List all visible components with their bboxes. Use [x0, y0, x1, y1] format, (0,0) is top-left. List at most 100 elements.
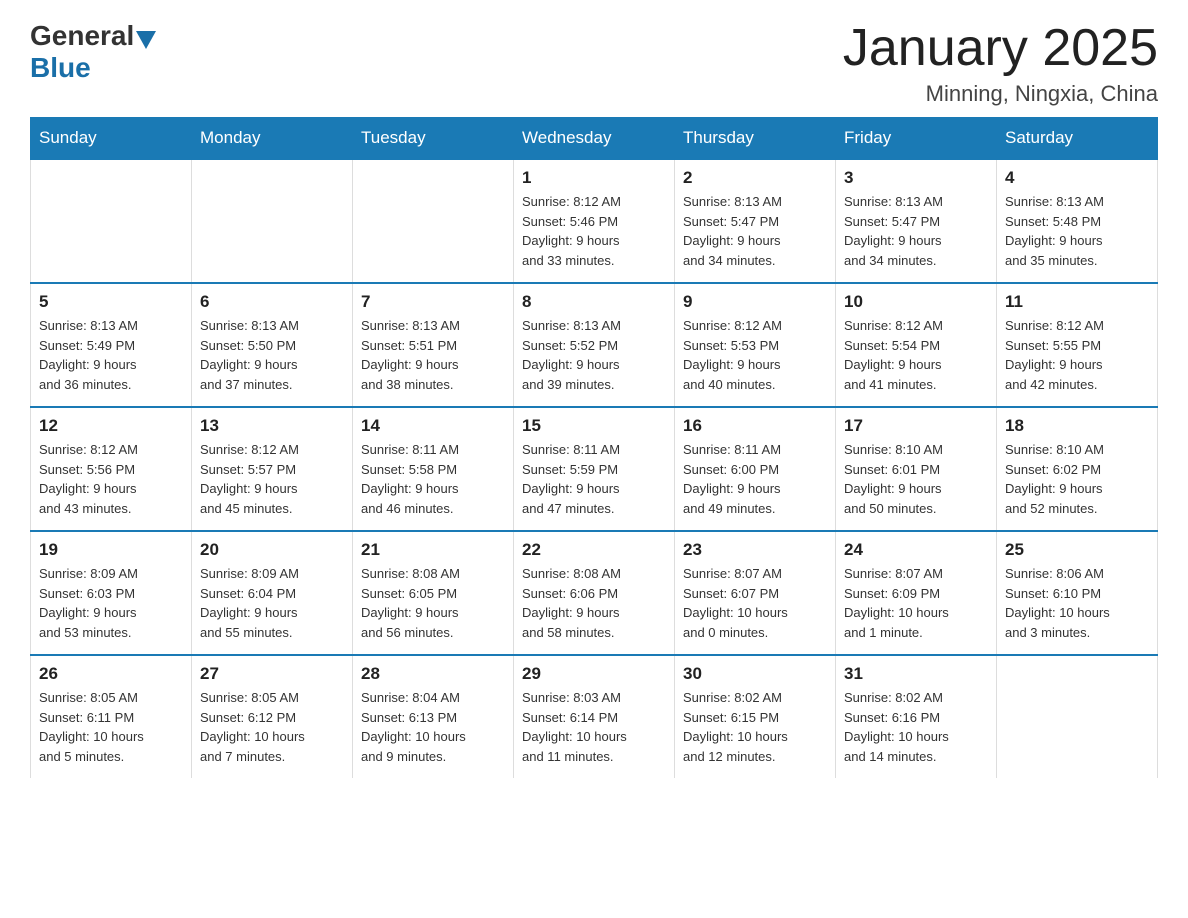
calendar-week-row: 19 Sunrise: 8:09 AM Sunset: 6:03 PM Dayli… [31, 531, 1158, 655]
calendar-week-row: 12 Sunrise: 8:12 AM Sunset: 5:56 PM Dayli… [31, 407, 1158, 531]
day-info: Sunrise: 8:02 AM Sunset: 6:15 PM Dayligh… [683, 688, 827, 766]
calendar-day-13: 13 Sunrise: 8:12 AM Sunset: 5:57 PM Dayli… [192, 407, 353, 531]
calendar-day-3: 3 Sunrise: 8:13 AM Sunset: 5:47 PM Daylig… [836, 159, 997, 283]
weekday-header-wednesday: Wednesday [514, 118, 675, 160]
weekday-header-thursday: Thursday [675, 118, 836, 160]
day-info: Sunrise: 8:12 AM Sunset: 5:55 PM Dayligh… [1005, 316, 1149, 394]
weekday-header-saturday: Saturday [997, 118, 1158, 160]
day-number: 9 [683, 292, 827, 312]
day-number: 13 [200, 416, 344, 436]
calendar-day-11: 11 Sunrise: 8:12 AM Sunset: 5:55 PM Dayli… [997, 283, 1158, 407]
calendar-day-24: 24 Sunrise: 8:07 AM Sunset: 6:09 PM Dayli… [836, 531, 997, 655]
calendar-table: SundayMondayTuesdayWednesdayThursdayFrid… [30, 117, 1158, 778]
calendar-day-15: 15 Sunrise: 8:11 AM Sunset: 5:59 PM Dayli… [514, 407, 675, 531]
calendar-day-20: 20 Sunrise: 8:09 AM Sunset: 6:04 PM Dayli… [192, 531, 353, 655]
day-number: 10 [844, 292, 988, 312]
calendar-empty-cell [31, 159, 192, 283]
calendar-day-31: 31Sunrise: 8:02 AM Sunset: 6:16 PM Dayli… [836, 655, 997, 778]
day-number: 15 [522, 416, 666, 436]
day-number: 5 [39, 292, 183, 312]
day-info: Sunrise: 8:13 AM Sunset: 5:48 PM Dayligh… [1005, 192, 1149, 270]
calendar-day-19: 19 Sunrise: 8:09 AM Sunset: 6:03 PM Dayli… [31, 531, 192, 655]
day-number: 26 [39, 664, 183, 684]
calendar-day-29: 29 Sunrise: 8:03 AM Sunset: 6:14 PM Dayli… [514, 655, 675, 778]
day-number: 24 [844, 540, 988, 560]
calendar-day-16: 16 Sunrise: 8:11 AM Sunset: 6:00 PM Dayli… [675, 407, 836, 531]
day-number: 8 [522, 292, 666, 312]
day-number: 20 [200, 540, 344, 560]
day-info: Sunrise: 8:13 AM Sunset: 5:50 PM Dayligh… [200, 316, 344, 394]
day-info: Sunrise: 8:08 AM Sunset: 6:06 PM Dayligh… [522, 564, 666, 642]
weekday-header-tuesday: Tuesday [353, 118, 514, 160]
day-info: Sunrise: 8:10 AM Sunset: 6:02 PM Dayligh… [1005, 440, 1149, 518]
calendar-empty-cell [997, 655, 1158, 778]
calendar-empty-cell [353, 159, 514, 283]
day-info: Sunrise: 8:03 AM Sunset: 6:14 PM Dayligh… [522, 688, 666, 766]
day-info: Sunrise: 8:13 AM Sunset: 5:47 PM Dayligh… [844, 192, 988, 270]
calendar-day-6: 6 Sunrise: 8:13 AM Sunset: 5:50 PM Daylig… [192, 283, 353, 407]
calendar-day-9: 9Sunrise: 8:12 AM Sunset: 5:53 PM Daylig… [675, 283, 836, 407]
logo-general-text: General [30, 20, 134, 52]
calendar-day-30: 30 Sunrise: 8:02 AM Sunset: 6:15 PM Dayli… [675, 655, 836, 778]
day-number: 25 [1005, 540, 1149, 560]
day-number: 30 [683, 664, 827, 684]
day-number: 14 [361, 416, 505, 436]
calendar-empty-cell [192, 159, 353, 283]
logo-triangle-icon [136, 31, 156, 49]
day-number: 6 [200, 292, 344, 312]
day-number: 16 [683, 416, 827, 436]
calendar-day-28: 28 Sunrise: 8:04 AM Sunset: 6:13 PM Dayli… [353, 655, 514, 778]
calendar-day-22: 22 Sunrise: 8:08 AM Sunset: 6:06 PM Dayli… [514, 531, 675, 655]
day-number: 22 [522, 540, 666, 560]
logo-blue-text: Blue [30, 52, 91, 83]
day-info: Sunrise: 8:11 AM Sunset: 5:59 PM Dayligh… [522, 440, 666, 518]
calendar-day-25: 25Sunrise: 8:06 AM Sunset: 6:10 PM Dayli… [997, 531, 1158, 655]
day-info: Sunrise: 8:13 AM Sunset: 5:49 PM Dayligh… [39, 316, 183, 394]
day-info: Sunrise: 8:09 AM Sunset: 6:03 PM Dayligh… [39, 564, 183, 642]
day-info: Sunrise: 8:08 AM Sunset: 6:05 PM Dayligh… [361, 564, 505, 642]
day-info: Sunrise: 8:13 AM Sunset: 5:51 PM Dayligh… [361, 316, 505, 394]
day-number: 3 [844, 168, 988, 188]
day-number: 12 [39, 416, 183, 436]
day-number: 28 [361, 664, 505, 684]
calendar-day-23: 23 Sunrise: 8:07 AM Sunset: 6:07 PM Dayli… [675, 531, 836, 655]
calendar-week-row: 5 Sunrise: 8:13 AM Sunset: 5:49 PM Daylig… [31, 283, 1158, 407]
day-number: 31 [844, 664, 988, 684]
day-info: Sunrise: 8:04 AM Sunset: 6:13 PM Dayligh… [361, 688, 505, 766]
logo: General Blue [30, 20, 158, 84]
day-info: Sunrise: 8:09 AM Sunset: 6:04 PM Dayligh… [200, 564, 344, 642]
calendar-day-10: 10 Sunrise: 8:12 AM Sunset: 5:54 PM Dayli… [836, 283, 997, 407]
day-info: Sunrise: 8:07 AM Sunset: 6:07 PM Dayligh… [683, 564, 827, 642]
day-number: 4 [1005, 168, 1149, 188]
calendar-day-21: 21 Sunrise: 8:08 AM Sunset: 6:05 PM Dayli… [353, 531, 514, 655]
day-info: Sunrise: 8:12 AM Sunset: 5:54 PM Dayligh… [844, 316, 988, 394]
day-number: 19 [39, 540, 183, 560]
day-info: Sunrise: 8:11 AM Sunset: 5:58 PM Dayligh… [361, 440, 505, 518]
day-number: 11 [1005, 292, 1149, 312]
day-info: Sunrise: 8:07 AM Sunset: 6:09 PM Dayligh… [844, 564, 988, 642]
day-info: Sunrise: 8:12 AM Sunset: 5:57 PM Dayligh… [200, 440, 344, 518]
calendar-day-5: 5 Sunrise: 8:13 AM Sunset: 5:49 PM Daylig… [31, 283, 192, 407]
day-number: 21 [361, 540, 505, 560]
day-info: Sunrise: 8:13 AM Sunset: 5:47 PM Dayligh… [683, 192, 827, 270]
calendar-subtitle: Minning, Ningxia, China [843, 81, 1158, 107]
calendar-day-27: 27Sunrise: 8:05 AM Sunset: 6:12 PM Dayli… [192, 655, 353, 778]
weekday-header-monday: Monday [192, 118, 353, 160]
day-info: Sunrise: 8:11 AM Sunset: 6:00 PM Dayligh… [683, 440, 827, 518]
weekday-header-sunday: Sunday [31, 118, 192, 160]
calendar-day-4: 4 Sunrise: 8:13 AM Sunset: 5:48 PM Daylig… [997, 159, 1158, 283]
calendar-day-12: 12 Sunrise: 8:12 AM Sunset: 5:56 PM Dayli… [31, 407, 192, 531]
calendar-week-row: 26Sunrise: 8:05 AM Sunset: 6:11 PM Dayli… [31, 655, 1158, 778]
day-number: 23 [683, 540, 827, 560]
calendar-week-row: 1Sunrise: 8:12 AM Sunset: 5:46 PM Daylig… [31, 159, 1158, 283]
calendar-title: January 2025 [843, 20, 1158, 77]
weekday-header-friday: Friday [836, 118, 997, 160]
day-info: Sunrise: 8:12 AM Sunset: 5:56 PM Dayligh… [39, 440, 183, 518]
page-header: General Blue January 2025 Minning, Ningx… [30, 20, 1158, 107]
calendar-body: 1Sunrise: 8:12 AM Sunset: 5:46 PM Daylig… [31, 159, 1158, 778]
day-number: 18 [1005, 416, 1149, 436]
day-number: 1 [522, 168, 666, 188]
day-info: Sunrise: 8:13 AM Sunset: 5:52 PM Dayligh… [522, 316, 666, 394]
calendar-header: SundayMondayTuesdayWednesdayThursdayFrid… [31, 118, 1158, 160]
day-number: 29 [522, 664, 666, 684]
